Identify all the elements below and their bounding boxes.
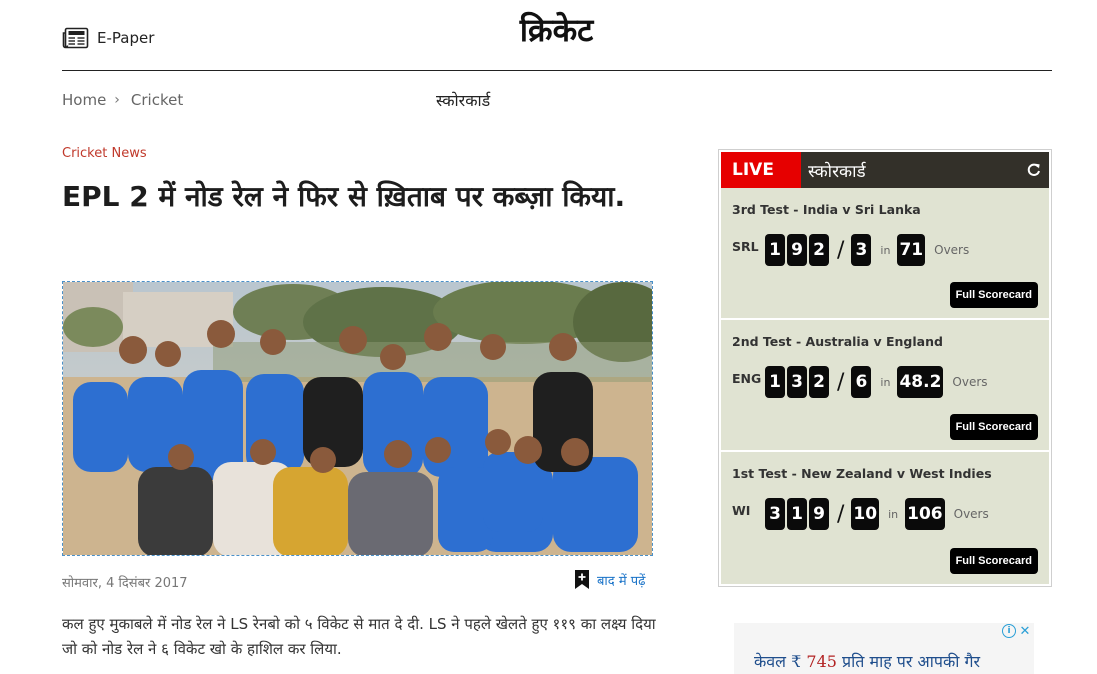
ad-suffix: प्रति माह पर आपकी गैर	[842, 652, 981, 671]
match-title: 3rd Test - India v Sri Lanka	[732, 202, 921, 217]
overs-display: 48.2	[897, 366, 944, 398]
ad-price: 745	[806, 652, 837, 671]
full-scorecard-button[interactable]: Full Scorecard	[949, 282, 1038, 308]
info-icon[interactable]: i	[1002, 624, 1016, 638]
full-scorecard-button[interactable]: Full Scorecard	[949, 548, 1038, 574]
header-divider	[62, 70, 1052, 71]
score-slash: /	[837, 369, 845, 395]
match-title: 2nd Test - Australia v England	[732, 334, 943, 349]
scorecard-header: LIVE स्कोरकार्ड	[721, 152, 1049, 188]
ad-text: केवल ₹ 745 प्रति माह पर आपकी गैर	[754, 650, 980, 672]
runs-display: 192	[765, 234, 831, 266]
score-digit: 1	[787, 498, 807, 530]
score-digit: 3	[787, 366, 807, 398]
team-code: SRL	[732, 238, 759, 254]
site-title: क्रिकेट	[519, 11, 594, 49]
breadcrumb-home[interactable]: Home	[62, 91, 106, 109]
overs-label: Overs	[934, 243, 970, 257]
score-digit: 9	[809, 498, 829, 530]
team-code: ENG	[732, 370, 762, 386]
score-digit: 2	[809, 366, 829, 398]
scorecard-widget: LIVE स्कोरकार्ड 3rd Test - India v Sri L…	[718, 149, 1052, 587]
team-code: WI	[732, 502, 751, 518]
article-photo	[62, 281, 653, 556]
in-label: in	[880, 375, 891, 389]
close-icon[interactable]: ✕	[1018, 624, 1032, 639]
ad-prefix: केवल ₹	[754, 652, 802, 671]
score-digit: 3	[765, 498, 785, 530]
score-row: ENG 132 / 6 in 48.2 Overs	[732, 366, 988, 398]
article-headline: EPL 2 में नोड रेल ने फिर से ख़िताब पर कब…	[62, 180, 626, 213]
score-digit: 2	[809, 234, 829, 266]
wickets-display: 10	[851, 498, 880, 530]
score-slash: /	[837, 237, 845, 263]
overs-label: Overs	[952, 375, 988, 389]
match-card: 1st Test - New Zealand v West Indies WI …	[721, 452, 1049, 584]
match-title: 1st Test - New Zealand v West Indies	[732, 466, 992, 481]
score-digit: 9	[787, 234, 807, 266]
article-date: सोमवार, 4 दिसंबर 2017	[62, 576, 188, 591]
nav-scorecard-link[interactable]: स्कोरकार्ड	[436, 89, 490, 111]
breadcrumb: Home › Cricket	[62, 91, 183, 109]
full-scorecard-button[interactable]: Full Scorecard	[949, 414, 1038, 440]
in-label: in	[888, 507, 899, 521]
wickets-display: 3	[851, 234, 872, 266]
score-digit: 1	[765, 366, 785, 398]
refresh-icon	[1027, 163, 1040, 176]
overs-display: 106	[905, 498, 945, 530]
refresh-button[interactable]	[1019, 152, 1049, 188]
match-card: 3rd Test - India v Sri Lanka SRL 192 / 3…	[721, 188, 1049, 320]
article-category[interactable]: Cricket News	[62, 146, 147, 161]
breadcrumb-separator: ›	[114, 92, 120, 108]
scorecard-title: स्कोरकार्ड	[808, 161, 866, 182]
read-later-button[interactable]: बाद में पढ़ें	[574, 570, 645, 589]
overs-label: Overs	[953, 507, 989, 521]
read-later-label: बाद में पढ़ें	[597, 573, 646, 589]
breadcrumb-cricket[interactable]: Cricket	[131, 91, 183, 109]
runs-display: 132	[765, 366, 831, 398]
advertisement[interactable]: i ✕ केवल ₹ 745 प्रति माह पर आपकी गैर	[734, 623, 1034, 674]
score-digit: 1	[765, 234, 785, 266]
runs-display: 319	[765, 498, 831, 530]
article-body: कल हुए मुकाबले में नोड रेल ने LS रेनबो क…	[62, 615, 656, 658]
score-slash: /	[837, 501, 845, 527]
ad-controls: i ✕	[1002, 624, 1032, 639]
score-row: SRL 192 / 3 in 71 Overs	[732, 234, 969, 266]
in-label: in	[880, 243, 891, 257]
score-row: WI 319 / 10 in 106 Overs	[732, 498, 989, 530]
match-card: 2nd Test - Australia v England ENG 132 /…	[721, 320, 1049, 452]
bookmark-plus-icon	[575, 570, 589, 589]
overs-display: 71	[897, 234, 926, 266]
wickets-display: 6	[851, 366, 872, 398]
live-badge: LIVE	[721, 152, 801, 188]
